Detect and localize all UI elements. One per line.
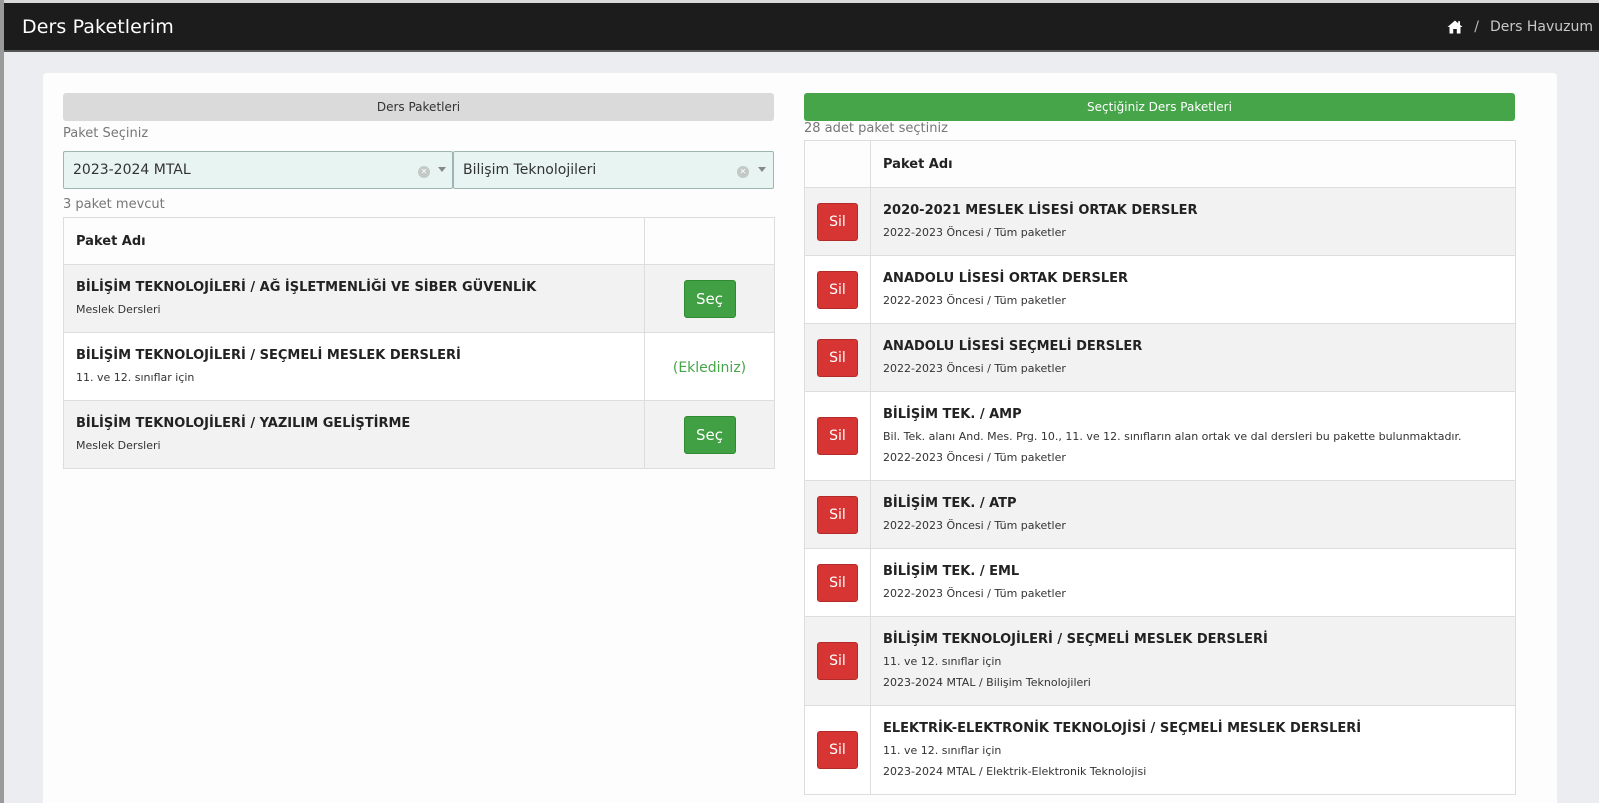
column-header-package-name: Paket Adı [870, 140, 1516, 188]
added-status: (Eklediniz) [672, 360, 747, 376]
available-packages-header: Ders Paketleri [63, 93, 774, 121]
package-name-cell: BİLİŞİM TEK. / ATP 2022-2023 Öncesi / Tü… [870, 480, 1516, 549]
table-header-row: Paket Adı [63, 217, 775, 265]
package-name-cell: BİLİŞİM TEKNOLOJİLERİ / YAZILIM GELİŞTİR… [63, 400, 645, 469]
package-name-cell: BİLİŞİM TEKNOLOJİLERİ / SEÇMELİ MESLEK D… [870, 616, 1516, 706]
breadcrumb: / Ders Havuzum [1447, 19, 1599, 35]
available-count: 3 paket mevcut [63, 197, 165, 212]
action-cell: Sil [804, 616, 871, 706]
content-card: Ders Paketleri Paket Seçiniz 2023-2024 M… [43, 73, 1557, 803]
table-row: BİLİŞİM TEKNOLOJİLERİ / YAZILIM GELİŞTİR… [63, 400, 775, 469]
package-subtitle: 2022-2023 Öncesi / Tüm paketler [883, 451, 1066, 464]
chevron-down-icon[interactable] [758, 167, 766, 172]
package-name: BİLİŞİM TEK. / ATP [883, 496, 1017, 511]
table-header-row: Paket Adı [804, 140, 1516, 188]
package-subtitle: Meslek Dersleri [76, 439, 161, 452]
available-packages-table: Paket Adı BİLİŞİM TEKNOLOJİLERİ / AĞ İŞL… [63, 217, 775, 469]
table-row: BİLİŞİM TEKNOLOJİLERİ / AĞ İŞLETMENLİĞİ … [63, 264, 775, 333]
package-subtitle: 2022-2023 Öncesi / Tüm paketler [883, 362, 1066, 375]
action-cell: Sil [804, 391, 871, 481]
action-cell: (Eklediniz) [644, 332, 775, 401]
column-header-package-name: Paket Adı [63, 217, 645, 265]
year-select-value: 2023-2024 MTAL [73, 162, 191, 178]
breadcrumb-ders-havuzum[interactable]: Ders Havuzum [1490, 19, 1593, 35]
package-name: BİLİŞİM TEK. / EML [883, 564, 1020, 579]
chevron-down-icon[interactable] [438, 167, 446, 172]
selected-packages-table: Paket Adı Sil 2020-2021 MESLEK LİSESİ OR… [804, 140, 1516, 795]
package-name: ELEKTRİK-ELEKTRONİK TEKNOLOJİSİ / SEÇMEL… [883, 721, 1362, 736]
table-row: Sil ANADOLU LİSESİ ORTAK DERSLER 2022-20… [804, 255, 1516, 324]
package-description: 11. ve 12. sınıflar için [883, 655, 1002, 668]
breadcrumb-separator: / [1474, 18, 1479, 35]
package-subtitle: 2022-2023 Öncesi / Tüm paketler [883, 294, 1066, 307]
package-name-cell: BİLİŞİM TEK. / EML 2022-2023 Öncesi / Tü… [870, 548, 1516, 617]
package-subtitle: 2022-2023 Öncesi / Tüm paketler [883, 587, 1066, 600]
remove-package-button[interactable]: Sil [817, 338, 858, 377]
package-name-cell: ANADOLU LİSESİ SEÇMELİ DERSLER 2022-2023… [870, 323, 1516, 392]
table-row: Sil BİLİŞİM TEK. / AMP Bil. Tek. alanı A… [804, 391, 1516, 481]
area-select[interactable]: Bilişim Teknolojileri ✕ [453, 151, 774, 189]
package-name-cell: BİLİŞİM TEKNOLOJİLERİ / AĞ İŞLETMENLİĞİ … [63, 264, 645, 333]
page-title: Ders Paketlerim [22, 15, 174, 38]
package-name: BİLİŞİM TEKNOLOJİLERİ / SEÇMELİ MESLEK D… [883, 632, 1268, 647]
package-subtitle: Meslek Dersleri [76, 303, 161, 316]
package-name: BİLİŞİM TEKNOLOJİLERİ / AĞ İŞLETMENLİĞİ … [76, 280, 537, 295]
column-header-action [804, 140, 871, 188]
column-header-action [644, 217, 775, 265]
remove-package-button[interactable]: Sil [817, 731, 858, 769]
action-cell: Sil [804, 323, 871, 392]
selected-count: 28 adet paket seçtiniz [804, 121, 948, 136]
remove-package-button[interactable]: Sil [817, 642, 858, 680]
action-cell: Seç [644, 264, 775, 333]
package-name-cell: ELEKTRİK-ELEKTRONİK TEKNOLOJİSİ / SEÇMEL… [870, 705, 1516, 795]
package-subtitle: 2023-2024 MTAL / Elektrik-Elektronik Tek… [883, 765, 1147, 778]
package-name: BİLİŞİM TEKNOLOJİLERİ / SEÇMELİ MESLEK D… [76, 348, 461, 363]
window-frame-left [0, 0, 4, 803]
remove-package-button[interactable]: Sil [817, 495, 858, 534]
table-row: BİLİŞİM TEKNOLOJİLERİ / SEÇMELİ MESLEK D… [63, 332, 775, 401]
remove-package-button[interactable]: Sil [817, 563, 858, 602]
package-name: ANADOLU LİSESİ ORTAK DERSLER [883, 271, 1129, 286]
remove-package-button[interactable]: Sil [817, 202, 858, 241]
package-name: 2020-2021 MESLEK LİSESİ ORTAK DERSLER [883, 203, 1198, 218]
table-row: Sil ANADOLU LİSESİ SEÇMELİ DERSLER 2022-… [804, 323, 1516, 392]
action-cell: Sil [804, 187, 871, 256]
package-name-cell: BİLİŞİM TEKNOLOJİLERİ / SEÇMELİ MESLEK D… [63, 332, 645, 401]
year-select[interactable]: 2023-2024 MTAL ✕ [63, 151, 453, 189]
package-name-cell: BİLİŞİM TEK. / AMP Bil. Tek. alanı And. … [870, 391, 1516, 481]
package-subtitle: 11. ve 12. sınıflar için [76, 371, 195, 384]
clear-icon[interactable]: ✕ [737, 166, 749, 178]
area-select-value: Bilişim Teknolojileri [463, 162, 597, 178]
action-cell: Sil [804, 480, 871, 549]
package-name-cell: 2020-2021 MESLEK LİSESİ ORTAK DERSLER 20… [870, 187, 1516, 256]
package-name-cell: ANADOLU LİSESİ ORTAK DERSLER 2022-2023 Ö… [870, 255, 1516, 324]
action-cell: Seç [644, 400, 775, 469]
package-subtitle: 2022-2023 Öncesi / Tüm paketler [883, 226, 1066, 239]
package-subtitle: 2022-2023 Öncesi / Tüm paketler [883, 519, 1066, 532]
package-name: BİLİŞİM TEK. / AMP [883, 407, 1022, 422]
table-row: Sil 2020-2021 MESLEK LİSESİ ORTAK DERSLE… [804, 187, 1516, 256]
table-row: Sil BİLİŞİM TEK. / EML 2022-2023 Öncesi … [804, 548, 1516, 617]
home-icon[interactable] [1447, 20, 1463, 34]
package-name: ANADOLU LİSESİ SEÇMELİ DERSLER [883, 339, 1143, 354]
remove-package-button[interactable]: Sil [817, 270, 858, 309]
top-navbar: Ders Paketlerim / Ders Havuzum [4, 3, 1599, 52]
action-cell: Sil [804, 705, 871, 795]
select-package-button[interactable]: Seç [683, 279, 736, 318]
select-package-button[interactable]: Seç [683, 415, 736, 454]
selected-packages-header: Seçtiğiniz Ders Paketleri [804, 93, 1515, 121]
remove-package-button[interactable]: Sil [817, 417, 858, 455]
package-subtitle: 2023-2024 MTAL / Bilişim Teknolojileri [883, 676, 1091, 689]
package-name: BİLİŞİM TEKNOLOJİLERİ / YAZILIM GELİŞTİR… [76, 416, 411, 431]
action-cell: Sil [804, 255, 871, 324]
table-row: Sil BİLİŞİM TEK. / ATP 2022-2023 Öncesi … [804, 480, 1516, 549]
table-row: Sil BİLİŞİM TEKNOLOJİLERİ / SEÇMELİ MESL… [804, 616, 1516, 706]
package-description: 11. ve 12. sınıflar için [883, 744, 1002, 757]
clear-icon[interactable]: ✕ [418, 166, 430, 178]
package-description: Bil. Tek. alanı And. Mes. Prg. 10., 11. … [883, 430, 1462, 443]
package-select-label: Paket Seçiniz [63, 126, 149, 141]
action-cell: Sil [804, 548, 871, 617]
table-row: Sil ELEKTRİK-ELEKTRONİK TEKNOLOJİSİ / SE… [804, 705, 1516, 795]
